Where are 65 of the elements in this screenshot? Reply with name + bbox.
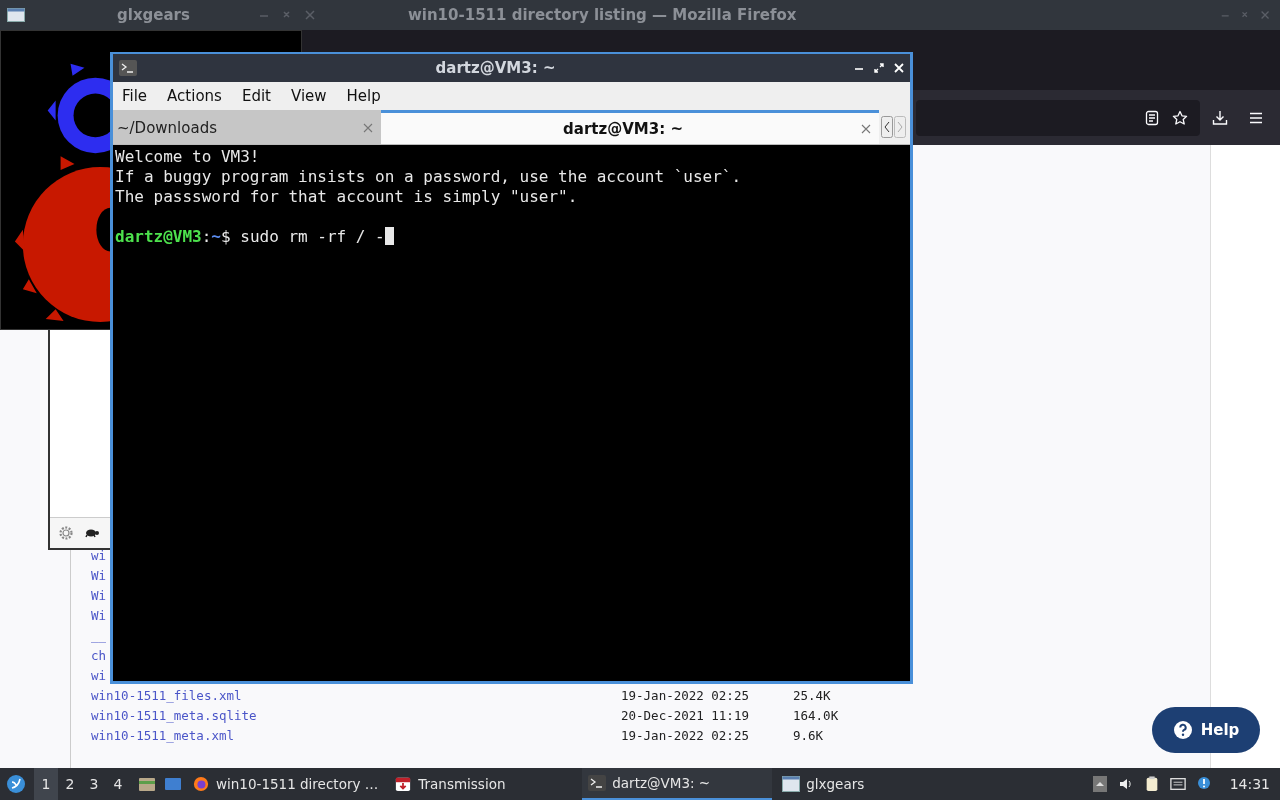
reader-view-icon[interactable] [1144, 109, 1160, 126]
menu-item[interactable]: File [122, 87, 148, 105]
start-menu-icon[interactable] [6, 774, 26, 794]
file-link[interactable]: wi [91, 667, 107, 683]
terminal-line: Welcome to VM3! [115, 147, 261, 167]
file-link[interactable]: win10-1511_files.xml [91, 687, 242, 703]
menu-item[interactable]: Help [346, 87, 381, 105]
file-link[interactable]: Wi [91, 567, 107, 583]
prompt-user: dartz@VM3 [115, 227, 202, 246]
file-link[interactable]: Wi [91, 607, 107, 623]
taskbar-item[interactable]: win10-1511 directory … [186, 768, 385, 800]
window-controls-icon [1220, 10, 1272, 20]
taskbar-item[interactable]: dartz@VM3: ~ [582, 768, 773, 800]
workspace-button[interactable]: 4 [106, 768, 130, 800]
terminal-line: If a buggy program insists on a password, use the account `user`. [115, 167, 743, 187]
maximize-icon[interactable] [874, 63, 884, 73]
workspace-button[interactable]: 1 [34, 768, 58, 800]
gear-icon[interactable] [58, 525, 74, 541]
clock: 14:31 [1229, 776, 1270, 792]
window-title: win10-1511 directory listing — Mozilla Firefox [407, 6, 797, 24]
terminal-icon [119, 60, 137, 76]
desktop-icon[interactable] [164, 775, 182, 793]
file-link[interactable]: win10-1511_meta.sqlite [91, 707, 257, 723]
command-text: $ sudo rm -rf / - [221, 227, 385, 246]
menu-item[interactable]: Actions [167, 87, 222, 105]
workspace-button[interactable]: 2 [58, 768, 82, 800]
prompt-separator: : [201, 227, 212, 246]
file-size: 9.6K [793, 727, 824, 743]
workspace-button[interactable]: 3 [82, 768, 106, 800]
window-title: dartz@VM3: ~ [434, 59, 557, 77]
text-cursor [384, 227, 394, 245]
terminal-tab[interactable]: dartz@VM3: ~ [381, 110, 879, 144]
file-size: 25.4K [793, 687, 831, 703]
file-date: 20-Dec-2021 11:19 [621, 707, 750, 723]
file-link[interactable]: ch [91, 647, 107, 663]
file-link[interactable]: Wi [91, 587, 107, 603]
taskbar-item[interactable]: glxgears [776, 768, 967, 800]
download-icon[interactable] [1212, 109, 1228, 126]
terminal-line: The passsword for that account is simply "user". [115, 187, 579, 207]
taskbar-item[interactable]: Transmission [388, 768, 579, 800]
file-link[interactable]: wi [91, 547, 107, 563]
network-icon[interactable] [1169, 776, 1186, 792]
help-icon [1172, 720, 1193, 740]
bookmark-star-icon[interactable] [1172, 109, 1188, 126]
prompt-path: ~ [211, 227, 221, 246]
file-date: 19-Jan-2022 02:25 [621, 687, 750, 703]
download-box-icon [394, 776, 413, 792]
menu-item[interactable]: Edit [241, 87, 271, 105]
file-link[interactable]: __ [91, 627, 107, 643]
file-date: 19-Jan-2022 02:25 [621, 727, 750, 743]
volume-icon[interactable] [1117, 776, 1134, 792]
menu-item[interactable]: View [290, 87, 327, 105]
terminal-icon [588, 775, 607, 791]
scroll-left-icon[interactable] [881, 115, 893, 139]
file-size: 164.0K [793, 707, 839, 723]
window-icon [782, 776, 801, 792]
window-icon [7, 8, 25, 22]
terminal-tab[interactable]: ~/Downloads [113, 110, 381, 144]
window-title: glxgears [117, 6, 190, 24]
file-manager-icon[interactable] [138, 775, 156, 793]
browser-icon [192, 776, 210, 792]
window-controls-icon [257, 10, 318, 20]
notification-icon[interactable] [1195, 776, 1212, 792]
help-button[interactable]: Help [1152, 707, 1260, 753]
file-link[interactable]: win10-1511_meta.xml [91, 727, 234, 743]
